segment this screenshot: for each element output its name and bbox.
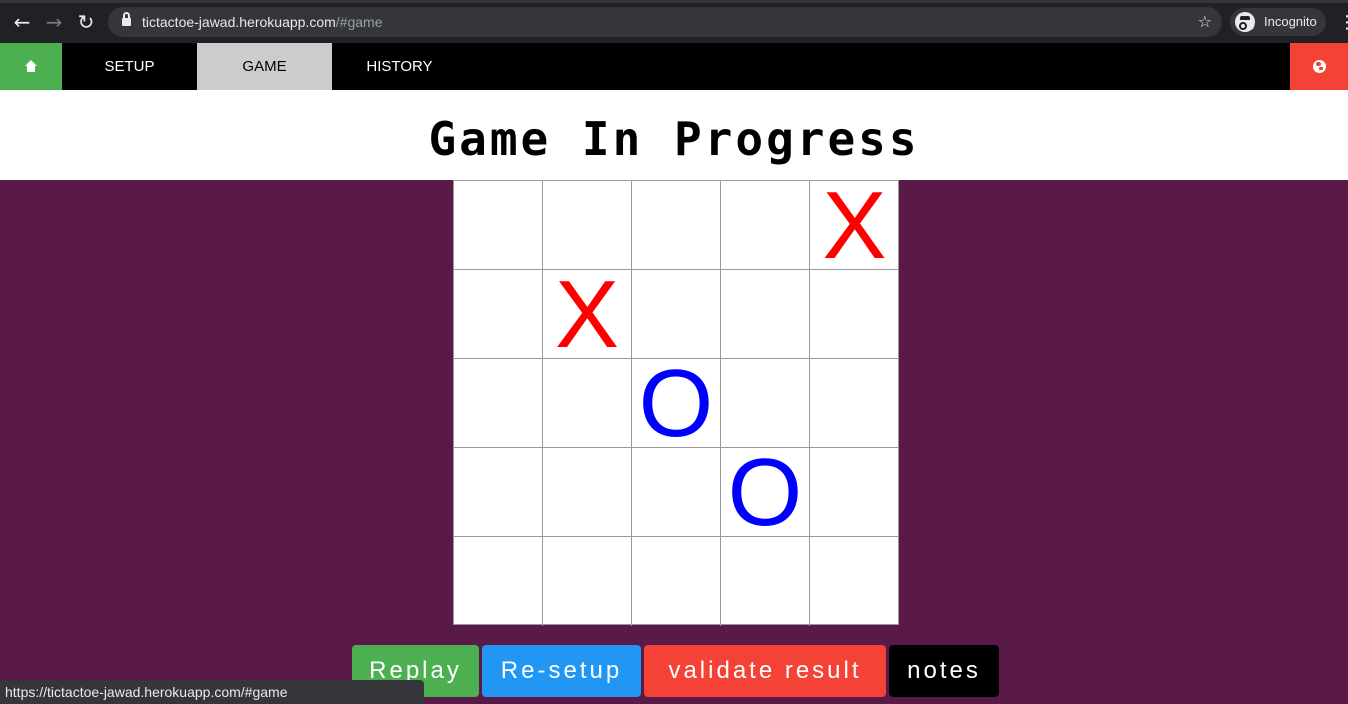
incognito-icon [1235,12,1255,32]
board-cell[interactable] [632,448,721,537]
board-cell[interactable] [632,537,721,626]
board-cell[interactable]: X [543,267,632,363]
board-cell[interactable] [454,448,543,537]
board-cell[interactable] [721,537,810,626]
board-cell[interactable] [721,270,810,359]
bookmark-star-icon[interactable]: ☆ [1198,7,1212,37]
board-cell[interactable] [810,537,899,626]
board-cell[interactable] [810,270,899,359]
board-cell[interactable]: O [721,445,810,541]
board-cell[interactable] [543,359,632,448]
game-board: XXOO [453,178,899,626]
app-navbar: SETUP GAME HISTORY [0,43,1348,90]
board-cell[interactable] [721,359,810,448]
home-icon [25,60,37,72]
board-cell[interactable] [543,448,632,537]
tab-game[interactable]: GAME [197,43,332,90]
page-title: Game In Progress [428,112,920,166]
board-cell[interactable] [543,181,632,270]
lock-icon [122,12,131,26]
tab-history[interactable]: HISTORY [332,43,467,90]
resetup-button[interactable]: Re-setup [482,645,641,697]
browser-toolbar: ← → ↻ tictactoe-jawad.herokuapp.com/#gam… [0,0,1348,43]
notes-button[interactable]: notes [889,645,999,697]
url-text[interactable]: tictactoe-jawad.herokuapp.com/#game [142,7,382,37]
validate-result-button[interactable]: validate result [644,645,886,697]
board-cell[interactable] [454,359,543,448]
language-button[interactable] [1290,43,1348,90]
link-status-bar: https://tictactoe-jawad.herokuapp.com/#g… [0,680,424,704]
board-cell[interactable] [454,270,543,359]
incognito-label: Incognito [1264,14,1317,29]
browser-menu-icon[interactable]: ⋮ [1338,12,1348,32]
back-arrow-icon[interactable]: ← [10,10,34,34]
globe-icon [1313,60,1326,73]
home-button[interactable] [0,43,62,90]
incognito-badge[interactable]: Incognito [1230,8,1326,36]
url-host: tictactoe-jawad.herokuapp.com [142,14,336,30]
board-cell[interactable]: X [810,178,899,274]
board-cell[interactable] [810,448,899,537]
title-banner: Game In Progress [0,90,1348,180]
forward-arrow-icon[interactable]: → [42,10,66,34]
reload-icon[interactable]: ↻ [74,10,98,34]
tab-strip [0,0,1348,3]
board-cell[interactable] [721,181,810,270]
board-cell[interactable] [543,537,632,626]
url-path: /#game [335,14,383,30]
board-cell[interactable] [632,270,721,359]
board-cell[interactable]: O [632,356,721,452]
tab-setup[interactable]: SETUP [62,43,197,90]
board-cell[interactable] [632,181,721,270]
address-bar[interactable]: tictactoe-jawad.herokuapp.com/#game ☆ [108,7,1222,37]
board-cell[interactable] [454,537,543,626]
board-cell[interactable] [810,359,899,448]
board-cell[interactable] [454,181,543,270]
